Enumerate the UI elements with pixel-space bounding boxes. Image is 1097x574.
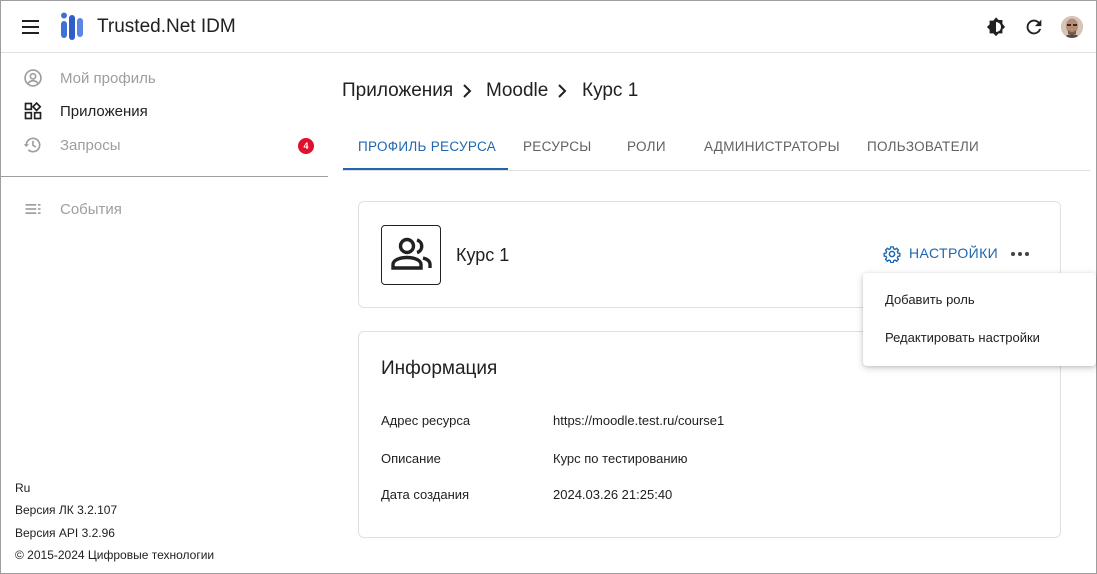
info-key: Дата создания	[381, 487, 470, 502]
gear-icon	[883, 246, 901, 263]
sidebar-divider	[1, 176, 328, 177]
menu-item-edit-settings[interactable]: Редактировать настройки	[863, 319, 1096, 355]
sidebar-item-applications[interactable]: Приложения	[1, 95, 328, 127]
active-tab-indicator	[343, 168, 508, 170]
sidebar-item-label: События	[60, 201, 122, 218]
language-selector[interactable]: Ru	[15, 481, 30, 495]
refresh-icon[interactable]	[1023, 16, 1045, 38]
events-list-icon	[25, 204, 41, 214]
tab-administrators[interactable]: АДМИНИСТРАТОРЫ	[704, 126, 840, 170]
menu-item-label: Редактировать настройки	[885, 330, 1040, 345]
resource-name: Курс 1	[456, 245, 510, 265]
breadcrumb-current: Курс 1	[582, 80, 639, 101]
resource-tabs: ПРОФИЛЬ РЕСУРСА РЕСУРСЫ РОЛИ АДМИНИСТРАТ…	[342, 126, 1090, 171]
breadcrumb-moodle[interactable]: Moodle	[486, 80, 548, 102]
tab-roles[interactable]: РОЛИ	[627, 126, 666, 170]
sidebar-item-label: Приложения	[60, 103, 148, 120]
breadcrumb-applications[interactable]: Приложения	[342, 80, 453, 102]
more-options-menu: Добавить роль Редактировать настройки	[863, 273, 1096, 366]
sidebar: Мой профиль Приложения Запросы 4 События	[1, 54, 328, 573]
group-icon	[391, 237, 432, 270]
resource-icon-box	[381, 225, 441, 285]
sidebar-item-events[interactable]: События	[1, 193, 328, 225]
sidebar-item-my-profile[interactable]: Мой профиль	[1, 62, 328, 94]
chevron-right-icon	[463, 84, 472, 98]
info-key: Адрес ресурса	[381, 413, 471, 428]
lk-version: Версия ЛК 3.2.107	[15, 503, 118, 517]
tab-resources[interactable]: РЕСУРСЫ	[523, 126, 592, 170]
info-value: https://moodle.test.ru/course1	[553, 413, 725, 428]
menu-item-label: Добавить роль	[885, 292, 975, 307]
tab-users[interactable]: ПОЛЬЗОВАТЕЛИ	[867, 126, 979, 170]
api-version: Версия API 3.2.96	[15, 526, 115, 540]
info-title: Информация	[381, 358, 498, 379]
menu-icon[interactable]	[19, 16, 43, 38]
app-header: Trusted.Net IDM	[1, 1, 1096, 53]
account-circle-icon	[24, 69, 42, 87]
copyright: © 2015-2024 Цифровые технологии	[15, 548, 215, 562]
menu-item-add-role[interactable]: Добавить роль	[863, 281, 1096, 317]
requests-count-badge: 4	[298, 138, 314, 154]
sidebar-item-label: Запросы	[60, 137, 121, 154]
history-icon	[23, 137, 41, 153]
user-avatar[interactable]	[1061, 16, 1083, 38]
sidebar-item-requests[interactable]: Запросы	[1, 129, 328, 161]
theme-toggle-icon[interactable]	[985, 16, 1007, 38]
info-value: Курс по тестированию	[553, 451, 688, 466]
info-row: Адрес ресурса https://moodle.test.ru/cou…	[381, 413, 1041, 433]
sidebar-item-label: Мой профиль	[60, 70, 156, 87]
info-value: 2024.03.26 21:25:40	[553, 487, 673, 502]
info-row: Дата создания 2024.03.26 21:25:40	[381, 487, 1041, 507]
app-logo	[61, 12, 83, 40]
app-title: Trusted.Net IDM	[97, 16, 236, 37]
tab-resource-profile[interactable]: ПРОФИЛЬ РЕСУРСА	[358, 126, 496, 170]
info-row: Описание Курс по тестированию	[381, 451, 1041, 471]
info-key: Описание	[381, 451, 441, 466]
settings-button-label: НАСТРОЙКИ	[909, 245, 999, 261]
apps-grid-icon	[24, 101, 42, 120]
chevron-right-icon	[558, 84, 567, 98]
more-options-icon[interactable]	[1008, 244, 1032, 264]
